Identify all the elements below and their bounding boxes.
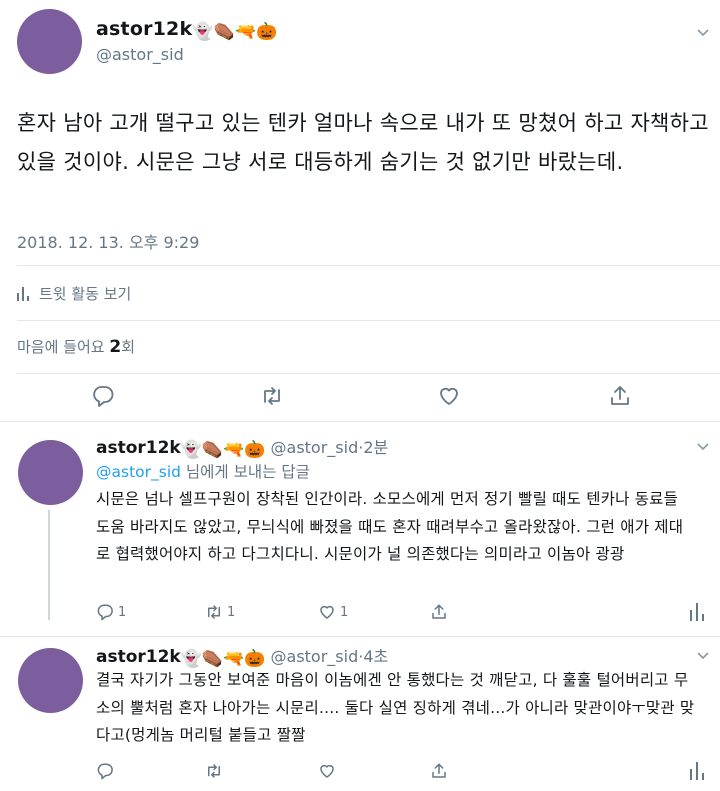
handle[interactable]: @astor_sid — [96, 45, 184, 64]
bar-chart-icon — [690, 762, 704, 780]
reply-text: 시문은 넘나 셀프구원이 장착된 인간이라. 소모스에게 먼저 정기 빨릴 때도… — [96, 490, 684, 563]
name-emojis: 👻⚰️🔫🎃 — [192, 22, 278, 42]
reply-time[interactable]: 2분 — [363, 438, 388, 457]
chevron-down-icon[interactable] — [696, 649, 710, 663]
reply-time[interactable]: 4초 — [363, 647, 388, 666]
reply-icon — [97, 763, 113, 780]
chevron-down-icon[interactable] — [696, 440, 710, 454]
reply-button[interactable] — [96, 762, 114, 780]
reply-header: astor12k👻⚰️🔫🎃 @astor_sid·2분 — [96, 434, 388, 460]
timestamp[interactable]: 2018. 12. 13. 오후 9:29 — [17, 229, 199, 253]
likes-number: 2 — [109, 337, 122, 357]
chevron-down-icon[interactable] — [696, 26, 710, 40]
divider — [0, 421, 720, 422]
like-button[interactable] — [437, 384, 461, 408]
activity-label: 트윗 활동 보기 — [39, 285, 132, 303]
reply-button[interactable]: 1 — [96, 603, 126, 621]
reply-count: 1 — [118, 604, 127, 620]
retweet-icon — [264, 387, 280, 405]
share-button[interactable] — [430, 762, 448, 780]
reply-icon — [93, 386, 114, 407]
bar-chart-icon — [690, 603, 704, 621]
display-name-text: astor12k — [96, 18, 193, 40]
likes-suffix: 회 — [121, 338, 135, 356]
retweet-icon — [208, 764, 220, 778]
likes-count[interactable]: 마음에 들어요 2회 — [17, 336, 135, 357]
handle[interactable]: @astor_sid — [271, 438, 359, 457]
like-button[interactable] — [318, 762, 336, 780]
tweet-activity-link[interactable]: 트윗 활동 보기 — [17, 283, 131, 304]
retweet-button[interactable]: 1 — [205, 603, 235, 621]
retweet-icon — [208, 605, 220, 619]
reply-header: astor12k👻⚰️🔫🎃 @astor_sid·4초 — [96, 643, 388, 669]
heart-icon — [320, 764, 334, 778]
share-icon — [432, 763, 446, 778]
heart-icon — [440, 387, 458, 405]
divider — [17, 265, 720, 266]
name-emojis: 👻⚰️🔫🎃 — [180, 649, 266, 669]
share-button[interactable] — [608, 384, 632, 408]
avatar[interactable] — [17, 9, 82, 74]
analytics-button[interactable] — [690, 762, 704, 780]
display-name[interactable]: astor12k — [96, 647, 181, 667]
bar-chart-icon — [17, 286, 29, 301]
handle[interactable]: @astor_sid — [271, 647, 359, 666]
like-button[interactable]: 1 — [318, 603, 348, 621]
name-emojis: 👻⚰️🔫🎃 — [180, 440, 266, 460]
divider — [17, 373, 720, 374]
share-icon — [611, 386, 629, 405]
avatar[interactable] — [18, 440, 83, 505]
tweet-text: 혼자 남아 고개 떨구고 있는 텐카 얼마나 속으로 내가 또 망쳤어 하고 자… — [17, 111, 709, 174]
analytics-button[interactable] — [690, 603, 704, 621]
divider — [17, 320, 720, 321]
reply-button[interactable] — [91, 384, 115, 408]
retweet-button[interactable] — [205, 762, 223, 780]
replying-to-handle[interactable]: @astor_sid — [96, 463, 181, 481]
likes-prefix: 마음에 들어요 — [17, 338, 110, 356]
replying-to: @astor_sid 님에게 보내는 답글 — [96, 460, 310, 482]
retweet-button[interactable] — [260, 384, 284, 408]
replying-to-label: 님에게 보내는 답글 — [180, 463, 310, 481]
reply-icon — [97, 604, 113, 621]
like-count: 1 — [340, 604, 349, 620]
reply-text: 결국 자기가 그동안 보여준 마음이 이놈에겐 안 통했다는 것 깨닫고, 다 … — [96, 671, 695, 744]
retweet-count: 1 — [227, 604, 236, 620]
avatar[interactable] — [18, 648, 83, 713]
heart-icon — [320, 605, 334, 619]
divider — [0, 636, 720, 637]
thread-line — [48, 510, 50, 620]
display-name[interactable]: astor12k — [96, 438, 181, 458]
display-name[interactable]: astor12k👻⚰️🔫🎃 — [96, 18, 278, 42]
share-button[interactable] — [430, 603, 448, 621]
share-icon — [432, 604, 446, 619]
